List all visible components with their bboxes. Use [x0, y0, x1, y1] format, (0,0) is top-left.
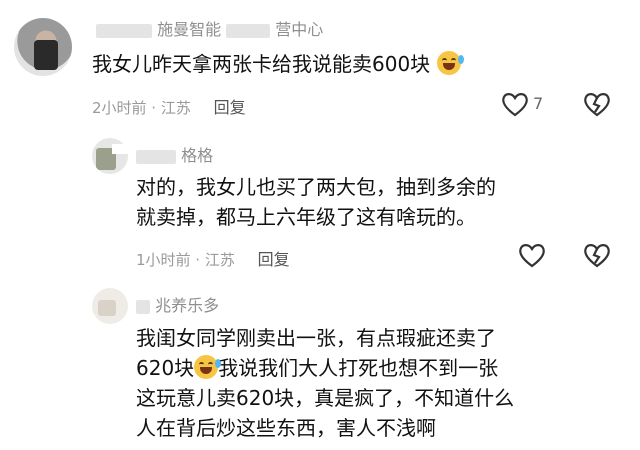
- comment-text-line: 就卖掉，都马上六年级了这有啥玩的。: [136, 205, 476, 229]
- comment-author[interactable]: 兆养乐多: [136, 292, 219, 316]
- broken-heart-icon: [584, 244, 610, 268]
- author-name: 兆养乐多: [155, 296, 220, 315]
- comment-text: 对的，我女儿也买了两大包，抽到多余的 就卖掉，都马上六年级了这有啥玩的。: [136, 172, 496, 232]
- dislike-button[interactable]: [582, 241, 612, 269]
- comment-text-line: 对的，我女儿也买了两大包，抽到多余的: [136, 175, 496, 199]
- rolling-on-floor-laughing-emoji-icon: [194, 355, 222, 379]
- avatar[interactable]: [92, 288, 128, 324]
- comment-text-segment: 我说我们大人打死也想不到一张: [218, 356, 499, 380]
- comment-text-content: 我女儿昨天拿两张卡给我说能卖600块: [92, 52, 431, 76]
- reply-button[interactable]: 回复: [214, 98, 246, 117]
- comment-text-line: 620块 我说我们大人打死也想不到一张: [136, 353, 616, 383]
- heart-outline-icon: [519, 244, 545, 268]
- like-button[interactable]: [517, 241, 547, 269]
- author-name: 施曼智能: [157, 20, 222, 39]
- comment-text-line: 这玩意儿卖620块，真是疯了，不知道什么: [136, 386, 515, 410]
- author-name: 格格: [181, 146, 214, 165]
- author-name-suffix: 营中心: [275, 20, 324, 39]
- like-button[interactable]: [500, 90, 530, 118]
- heart-outline-icon: [502, 93, 528, 117]
- comment-text-segment: 620块: [136, 356, 195, 380]
- broken-heart-icon: [584, 93, 610, 117]
- rolling-on-floor-laughing-emoji-icon: [436, 51, 464, 75]
- comment-time-location: 1小时前 · 江苏: [136, 251, 235, 269]
- comment-text-line: 我闺女同学刚卖出一张，有点瑕疵还卖了: [136, 326, 496, 350]
- comment-time-location: 2小时前 · 江苏: [92, 99, 191, 117]
- comment-author[interactable]: 施曼智能 营中心: [96, 16, 323, 40]
- dislike-button[interactable]: [582, 90, 612, 118]
- like-count: 7: [533, 94, 544, 113]
- comment-meta: 2小时前 · 江苏 回复: [92, 94, 246, 118]
- comment-meta: 1小时前 · 江苏 回复: [136, 246, 290, 270]
- comment-author[interactable]: 格格: [136, 142, 213, 166]
- comment-text: 我女儿昨天拿两张卡给我说能卖600块: [92, 49, 464, 79]
- reply-button[interactable]: 回复: [258, 250, 290, 269]
- comment-text: 我闺女同学刚卖出一张，有点瑕疵还卖了 620块 我说我们大人打死也想不到一张 这玩…: [136, 323, 616, 443]
- avatar[interactable]: [92, 138, 128, 174]
- comment-text-line: 人在背后炒这些东西，害人不浅啊: [136, 416, 436, 440]
- avatar[interactable]: [14, 18, 72, 76]
